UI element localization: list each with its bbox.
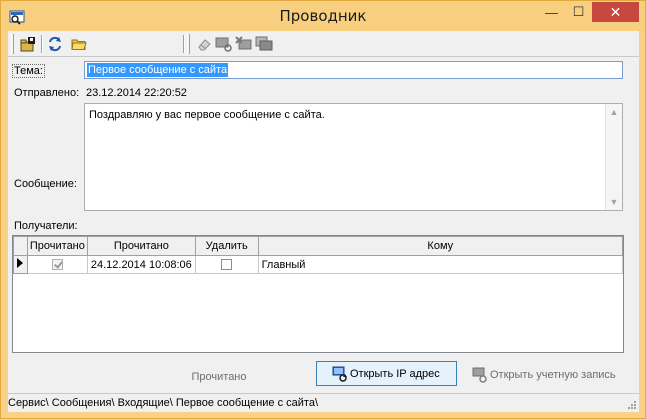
maximize-icon: ☐ [572,4,585,19]
title-bar[interactable]: Проводник — ☐ ✕ [1,1,645,32]
monitor-delete-icon [235,36,252,50]
open-account-button[interactable]: Открыть учетную запись [468,364,628,386]
message-scrollbar[interactable]: ▲ ▼ [605,104,622,210]
monitor-refresh-icon [332,366,347,382]
recipients-label: Получатели: [14,220,78,232]
subject-input[interactable]: Первое сообщение с сайта [84,61,623,79]
column-header-read-at[interactable]: Прочитано [86,236,196,256]
read-flag-checkbox [51,259,63,271]
close-button[interactable]: ✕ [592,2,639,22]
toolbar [8,31,639,57]
delete-monitor-button[interactable] [233,34,255,54]
monitors-icon [255,36,273,51]
scroll-down-icon[interactable]: ▼ [606,194,622,210]
refresh-button[interactable] [44,34,66,54]
open-folder-button[interactable] [68,34,90,54]
save-button[interactable] [17,34,39,54]
grid-indicator-header [13,236,28,256]
app-window: Проводник — ☐ ✕ Тема: Первое сообщение с… [0,0,646,419]
eraser-button[interactable] [193,34,215,54]
row-indicator [13,255,28,274]
column-header-to[interactable]: Кому [257,236,624,256]
close-icon: ✕ [609,3,622,20]
minimize-icon: — [545,4,558,20]
message-textarea[interactable]: Поздравляю у вас первое сообщение с сайт… [84,103,623,211]
open-ip-label: Открыть IP адрес [350,367,440,380]
subject-value: Первое сообщение с сайта [87,63,229,77]
status-bar: Сервис\ Сообщения\ Входящие\ Первое сооб… [8,393,639,412]
toolbar-grip[interactable] [187,34,190,54]
column-header-read-flag[interactable]: Прочитано [26,236,88,256]
current-row-icon [17,258,24,268]
monitor-refresh-icon [215,37,232,52]
read-at-cell: 24.12.2014 10:08:06 [86,255,196,274]
refresh-icon [49,36,61,52]
sent-value: 23.12.2014 22:20:52 [86,87,187,99]
message-text: Поздравляю у вас первое сообщение с сайт… [89,109,325,121]
toolbar-grip[interactable] [11,34,14,54]
eraser-icon [198,39,211,51]
subject-label: Тема: [12,64,45,78]
monitor-account-icon [472,367,487,383]
delete-checkbox[interactable] [221,259,233,271]
read-flag-cell [26,255,88,274]
sent-label: Отправлено: [14,87,80,99]
recipients-grid[interactable]: Прочитано Прочитано Удалить Кому 24.12.2… [12,235,624,353]
open-ip-button[interactable]: Открыть IP адрес [316,361,457,386]
minimize-button[interactable]: — [538,2,565,22]
scroll-up-icon[interactable]: ▲ [606,104,622,120]
delete-cell[interactable] [194,255,259,274]
maximize-button[interactable]: ☐ [565,2,592,22]
open-account-label: Открыть учетную запись [490,369,616,381]
table-row[interactable]: 24.12.2014 10:08:06 Главный [13,255,624,274]
mark-read-button[interactable]: Прочитано [172,365,266,389]
status-path: Сервис\ Сообщения\ Входящие\ Первое сооб… [8,397,319,409]
folder-open-icon [71,39,87,50]
monitors-button[interactable] [253,34,275,54]
refresh-monitor-button[interactable] [213,34,235,54]
save-icon [20,37,35,52]
client-area: Тема: Первое сообщение с сайта Отправлен… [8,31,639,412]
resize-grip-icon[interactable] [627,400,637,410]
toolbar-separator [41,35,43,53]
to-cell: Главный [257,255,624,274]
message-label: Сообщение: [14,178,77,190]
toolbar-separator [183,35,185,53]
column-header-delete[interactable]: Удалить [194,236,259,256]
